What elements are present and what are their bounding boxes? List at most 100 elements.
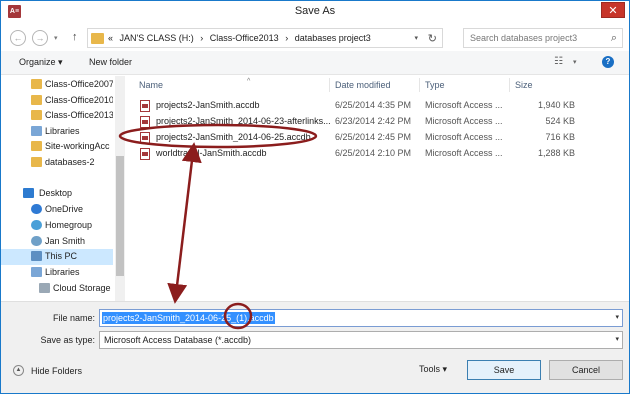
tools-menu-button[interactable]: Tools ▾: [419, 364, 447, 375]
nav-item-label: Libraries: [45, 267, 80, 277]
file-size: 524 KB: [545, 116, 575, 126]
scrollbar-thumb[interactable]: [116, 156, 124, 276]
column-header-date[interactable]: Date modified: [335, 80, 391, 90]
nav-item-label: This PC: [45, 251, 78, 261]
change-view-icon[interactable]: ☷: [554, 56, 563, 67]
file-row[interactable]: worldtravel-JanSmith.accdb 6/25/2014 2:1…: [137, 146, 607, 162]
folder-icon: [31, 95, 42, 105]
search-icon[interactable]: ⌕: [611, 32, 617, 45]
access-file-icon: [140, 116, 150, 128]
savetype-value: Microsoft Access Database (*.accdb): [104, 335, 252, 345]
file-date: 6/25/2014 2:10 PM: [335, 148, 412, 158]
file-row[interactable]: projects2-JanSmith_2014-06-23-afterlinks…: [137, 114, 607, 130]
nav-item-libraries[interactable]: Libraries: [1, 124, 113, 140]
breadcrumb-drive[interactable]: JAN'S CLASS (H:): [120, 33, 194, 43]
folder-icon: [31, 157, 42, 167]
nav-item-label: OneDrive: [45, 204, 84, 214]
desktop-icon: [23, 188, 34, 198]
computer-icon: [31, 251, 42, 261]
column-divider[interactable]: [419, 78, 420, 92]
file-date: 6/25/2014 2:45 PM: [335, 132, 412, 142]
column-name-label: Name: [139, 80, 164, 90]
navigation-bar: ← → ▾ ↑ « JAN'S CLASS (H:) › Class-Offic…: [1, 25, 629, 51]
refresh-icon[interactable]: ↻: [428, 32, 437, 45]
filename-label: File name:: [52, 313, 95, 323]
new-folder-button[interactable]: New folder: [89, 57, 132, 67]
column-header-size[interactable]: Size: [515, 80, 533, 90]
column-divider[interactable]: [509, 78, 510, 92]
search-input[interactable]: Search databases project3 ⌕: [463, 28, 623, 48]
close-button[interactable]: ✕: [601, 2, 625, 18]
savetype-select[interactable]: Microsoft Access Database (*.accdb) ▾: [99, 331, 623, 349]
collapse-up-icon: ▲: [13, 365, 24, 376]
navigation-pane: Class-Office2007 Class-Office2010 Class-…: [1, 76, 115, 301]
file-size: 716 KB: [545, 132, 575, 142]
file-date: 6/23/2014 2:42 PM: [335, 116, 412, 126]
nav-item-databases-2[interactable]: databases-2: [1, 155, 113, 171]
file-type: Microsoft Access ...: [425, 148, 503, 158]
nav-item-label: Libraries: [45, 126, 80, 136]
libraries-icon: [31, 126, 42, 136]
breadcrumb-overflow[interactable]: «: [108, 33, 113, 43]
save-button[interactable]: Save: [467, 360, 541, 380]
save-options-panel: File name: projects2-JanSmith_2014-06-25…: [1, 301, 629, 393]
forward-button[interactable]: →: [32, 30, 48, 46]
access-file-icon: [140, 148, 150, 160]
title-bar: A≡ Save As ✕: [1, 1, 629, 23]
filename-selected-text: projects2-JanSmith_2014-06-25_(1).accdb: [102, 312, 275, 324]
breadcrumb-class-office2013[interactable]: Class-Office2013: [210, 33, 279, 43]
homegroup-icon: [31, 220, 42, 230]
column-header-type[interactable]: Type: [425, 80, 445, 90]
sort-arrow-icon: ^: [247, 78, 251, 85]
filename-dropdown-icon[interactable]: ▾: [615, 313, 619, 321]
address-bar[interactable]: « JAN'S CLASS (H:) › Class-Office2013 › …: [87, 28, 443, 48]
nav-item-label: Class-Office2010: [45, 95, 113, 105]
address-dropdown-icon[interactable]: ▾: [414, 34, 418, 42]
drive-icon: [39, 283, 50, 293]
breadcrumb-current-folder[interactable]: databases project3: [295, 33, 371, 43]
access-file-icon: [140, 100, 150, 112]
navigation-scrollbar[interactable]: [115, 76, 125, 301]
file-type: Microsoft Access ...: [425, 116, 503, 126]
nav-item-site-workingacc[interactable]: Site-workingAcc: [1, 139, 113, 155]
access-file-icon: [140, 132, 150, 144]
nav-item-libraries-2[interactable]: Libraries: [1, 265, 113, 281]
view-dropdown-icon[interactable]: ▾: [573, 58, 577, 66]
nav-item-homegroup[interactable]: Homegroup: [1, 218, 113, 234]
cloud-icon: [31, 204, 42, 214]
back-button[interactable]: ←: [10, 30, 26, 46]
nav-item-label: Desktop: [39, 188, 73, 198]
nav-item-desktop[interactable]: Desktop: [1, 186, 113, 202]
file-size: 1,940 KB: [537, 100, 575, 110]
file-name: worldtravel-JanSmith.accdb: [156, 148, 267, 158]
nav-item-jan-smith[interactable]: Jan Smith: [1, 234, 113, 250]
nav-item-class-office2013[interactable]: Class-Office2013: [1, 108, 113, 124]
chevron-right-icon[interactable]: ›: [200, 33, 203, 43]
search-placeholder: Search databases project3: [470, 33, 578, 43]
organize-button[interactable]: Organize ▾: [19, 57, 63, 68]
recent-locations-dropdown[interactable]: ▾: [54, 34, 58, 42]
chevron-right-icon[interactable]: ›: [285, 33, 288, 43]
nav-item-class-office2010[interactable]: Class-Office2010: [1, 93, 113, 109]
file-name: projects2-JanSmith_2014-06-23-afterlinks…: [156, 116, 331, 126]
file-row[interactable]: projects2-JanSmith.accdb 6/25/2014 4:35 …: [137, 98, 607, 114]
libraries-icon: [31, 267, 42, 277]
file-row[interactable]: projects2-JanSmith_2014-06-25.accdb 6/25…: [137, 130, 607, 146]
user-icon: [31, 236, 42, 246]
hide-folders-label: Hide Folders: [31, 366, 83, 376]
savetype-dropdown-icon[interactable]: ▾: [615, 335, 619, 343]
filename-input[interactable]: projects2-JanSmith_2014-06-25_(1).accdb …: [99, 309, 623, 327]
nav-item-this-pc[interactable]: This PC: [1, 249, 113, 265]
column-header-name[interactable]: Name ^: [139, 78, 250, 90]
help-icon[interactable]: ?: [602, 56, 614, 68]
column-divider[interactable]: [329, 78, 330, 92]
up-folder-button[interactable]: ↑: [72, 31, 78, 43]
file-name: projects2-JanSmith_2014-06-25.accdb: [156, 132, 311, 142]
nav-item-onedrive[interactable]: OneDrive: [1, 202, 113, 218]
nav-item-cloud-storage[interactable]: Cloud Storage: [1, 281, 113, 297]
file-type: Microsoft Access ...: [425, 100, 503, 110]
nav-item-label: databases-2: [45, 157, 95, 167]
folder-icon: [31, 110, 42, 120]
nav-item-class-office2007[interactable]: Class-Office2007: [1, 77, 113, 93]
cancel-button[interactable]: Cancel: [549, 360, 623, 380]
